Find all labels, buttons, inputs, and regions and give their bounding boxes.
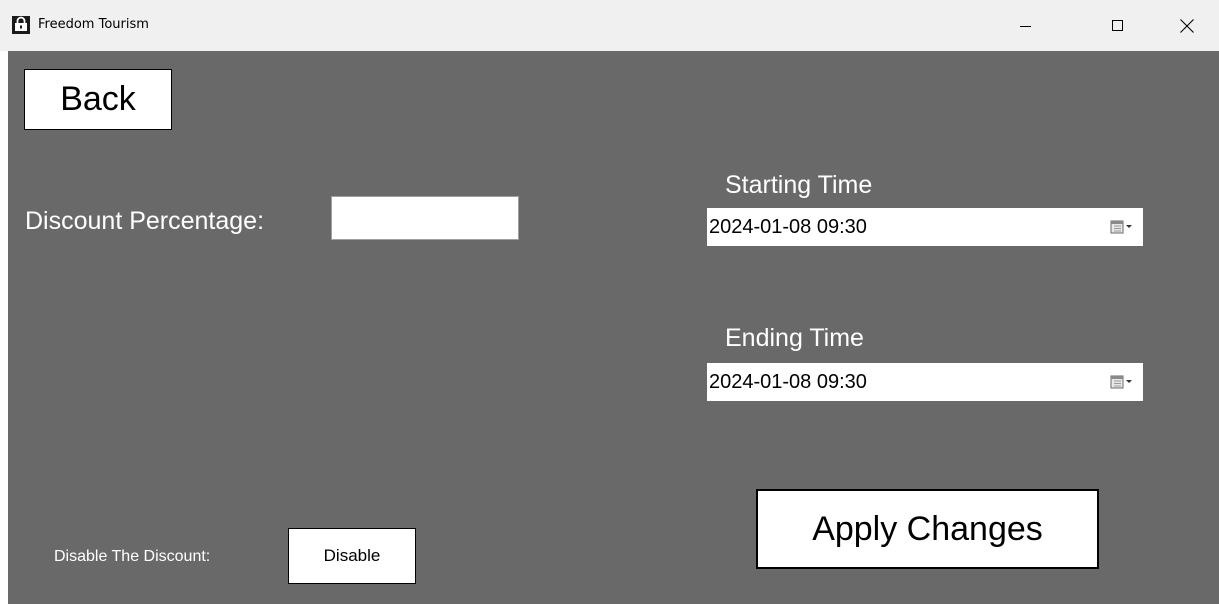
- close-icon: [1180, 18, 1194, 33]
- starting-time-value[interactable]: 2024-01-08 09:30: [709, 216, 867, 239]
- minimize-icon: [1020, 25, 1031, 27]
- starting-time-label: Starting Time: [725, 171, 873, 199]
- ending-time-value[interactable]: 2024-01-08 09:30: [709, 371, 867, 394]
- title-bar[interactable]: Freedom Tourism: [0, 0, 1219, 51]
- back-button[interactable]: Back: [24, 69, 172, 130]
- maximize-icon: [1112, 19, 1123, 31]
- minimize-button[interactable]: [1003, 0, 1049, 51]
- starting-time-picker[interactable]: 2024-01-08 09:30: [707, 208, 1143, 246]
- discount-percentage-input[interactable]: [331, 196, 519, 240]
- close-button[interactable]: [1164, 0, 1210, 51]
- app-icon: [12, 16, 30, 34]
- maximize-button[interactable]: [1095, 0, 1141, 51]
- apply-changes-button[interactable]: Apply Changes: [756, 489, 1099, 569]
- ending-time-picker[interactable]: 2024-01-08 09:30: [707, 363, 1143, 401]
- client-area: Back Discount Percentage: Starting Time …: [8, 51, 1219, 604]
- calendar-dropdown-icon[interactable]: [1109, 373, 1137, 391]
- calendar-dropdown-icon[interactable]: [1109, 218, 1137, 236]
- app-window: Freedom Tourism Back Discount Percentage…: [0, 0, 1219, 604]
- disable-discount-label: Disable The Discount:: [54, 548, 211, 565]
- window-title: Freedom Tourism: [38, 17, 149, 32]
- disable-button[interactable]: Disable: [288, 528, 416, 584]
- discount-percentage-label: Discount Percentage:: [25, 207, 265, 235]
- ending-time-label: Ending Time: [725, 324, 864, 352]
